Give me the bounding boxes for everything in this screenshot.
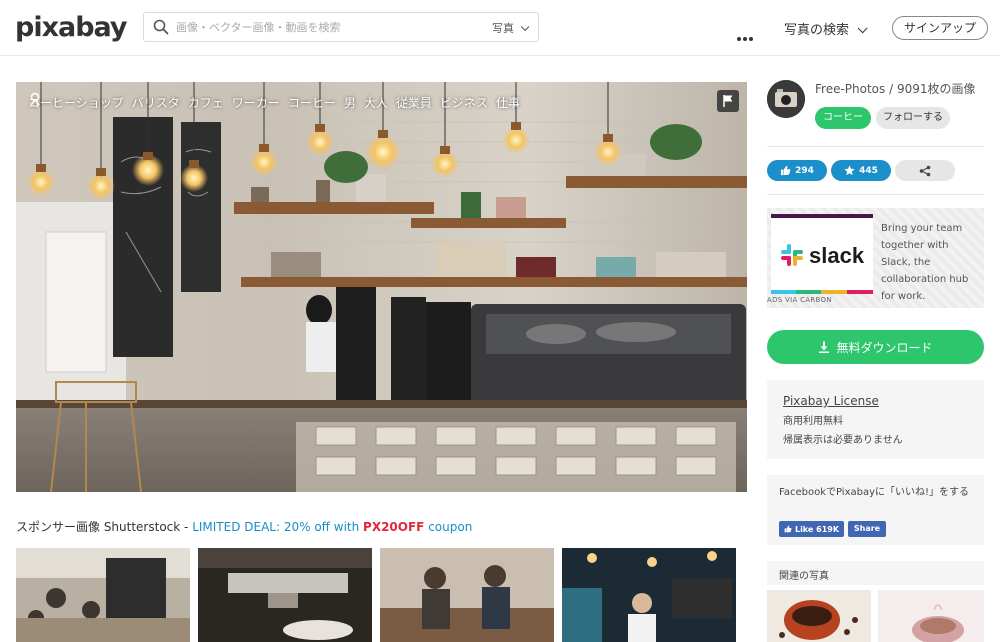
search-box[interactable]: 写真 — [143, 12, 539, 42]
explore-label: 写真の検索 — [784, 23, 850, 38]
license-box: Pixabay License 商用利用無料 帰属表示は必要ありません — [767, 380, 984, 459]
divider — [767, 146, 984, 147]
tag-link[interactable]: カフェ — [188, 94, 224, 111]
like-count: 294 — [795, 165, 814, 176]
search-icon[interactable] — [153, 19, 169, 35]
sponsored-thumbnail[interactable] — [380, 548, 554, 642]
media-type-dropdown[interactable]: 写真 — [492, 20, 530, 36]
download-label: 無料ダウンロード — [836, 340, 933, 355]
flag-icon — [723, 95, 733, 107]
share-button[interactable] — [895, 160, 955, 181]
star-icon — [844, 165, 855, 176]
download-icon — [819, 341, 830, 353]
media-type-label: 写真 — [492, 22, 514, 35]
tag-link[interactable]: コーヒーショップ — [28, 94, 124, 111]
user-info[interactable]: Free-Photos / 9091枚の画像 — [815, 80, 976, 97]
search-input[interactable] — [176, 17, 476, 37]
more-menu-icon[interactable] — [737, 26, 755, 45]
slack-wordmark: slack — [809, 243, 865, 268]
facebook-like-label: Like 619K — [794, 524, 840, 534]
cafe-photo-image — [16, 82, 747, 492]
divider — [767, 194, 984, 195]
thumbs-up-icon — [781, 165, 791, 176]
sponsored-thumbnail[interactable] — [198, 548, 372, 642]
sponsored-banner[interactable]: スポンサー画像 Shutterstock - LIMITED DEAL: 20%… — [16, 518, 472, 535]
tag-icon — [30, 92, 40, 106]
thumbs-up-icon — [784, 525, 792, 533]
facebook-share-button[interactable]: Share — [848, 521, 886, 537]
ad-via-label[interactable]: ADS VIA CARBON — [767, 296, 832, 304]
related-photo[interactable] — [878, 590, 984, 642]
related-photo[interactable] — [767, 590, 871, 642]
pixabay-logo[interactable]: pixabay — [15, 12, 128, 43]
ad-text[interactable]: Bring your team together with Slack, the… — [881, 220, 981, 305]
coupon-code: PX20OFF — [363, 520, 425, 534]
favorite-button[interactable]: 445 — [831, 160, 891, 181]
sponsored-thumbnail[interactable] — [16, 548, 190, 642]
explore-dropdown[interactable]: 写真の検索 — [784, 19, 868, 38]
tag-link[interactable]: ワーカー — [232, 94, 280, 111]
sponsored-thumbnail[interactable] — [562, 548, 736, 642]
tag-link[interactable]: コーヒー — [288, 94, 336, 111]
top-header: pixabay 写真 写真の検索 サインアップ — [0, 0, 1000, 56]
buy-coffee-button[interactable]: コーヒー — [815, 107, 871, 129]
facebook-text: FacebookでPixabayに「いいね!」をする — [779, 487, 970, 498]
share-icon — [919, 165, 931, 176]
tag-link[interactable]: 大人 — [364, 94, 388, 111]
chevron-down-icon — [520, 22, 530, 32]
facebook-like-button[interactable]: Like 619K — [779, 521, 844, 537]
tag-link[interactable]: ビジネス — [440, 94, 488, 111]
slack-logo: slack — [781, 243, 865, 268]
favorite-count: 445 — [859, 165, 878, 176]
license-link[interactable]: Pixabay License — [783, 394, 968, 408]
tag-link[interactable]: 男 — [344, 94, 356, 111]
carbon-ad[interactable]: slack Bring your team together with Slac… — [767, 208, 984, 308]
sponsor-deal-link[interactable]: LIMITED DEAL: 20% off with — [192, 520, 363, 534]
license-line-2: 帰属表示は必要ありません — [783, 435, 903, 446]
signup-button[interactable]: サインアップ — [892, 16, 988, 40]
photo-tags: コーヒーショップ バリスタ カフェ ワーカー コーヒー 男 大人 従業員 ビジネ… — [28, 92, 520, 112]
sponsor-prefix: スポンサー画像 Shutterstock - — [16, 520, 193, 534]
report-flag-button[interactable] — [717, 90, 739, 112]
tag-link[interactable]: バリスタ — [132, 94, 180, 111]
follow-button[interactable]: フォローする — [876, 107, 950, 129]
sponsor-suffix: coupon — [424, 520, 473, 534]
sponsored-thumbnails — [16, 548, 736, 642]
license-line-1: 商用利用無料 — [783, 416, 843, 427]
like-button[interactable]: 294 — [767, 160, 827, 181]
related-photos-heading: 関連の写真 — [767, 561, 984, 585]
tag-link[interactable]: 仕事 — [496, 94, 520, 111]
main-photo[interactable]: コーヒーショップ バリスタ カフェ ワーカー コーヒー 男 大人 従業員 ビジネ… — [16, 82, 747, 492]
facebook-like-box: FacebookでPixabayに「いいね!」をする Like 619K Sha… — [767, 475, 984, 545]
chevron-down-icon — [857, 23, 868, 34]
tag-link[interactable]: 従業員 — [396, 94, 432, 111]
user-avatar[interactable] — [767, 80, 805, 118]
slack-ad-image[interactable]: slack — [771, 214, 873, 294]
free-download-button[interactable]: 無料ダウンロード — [767, 330, 984, 364]
